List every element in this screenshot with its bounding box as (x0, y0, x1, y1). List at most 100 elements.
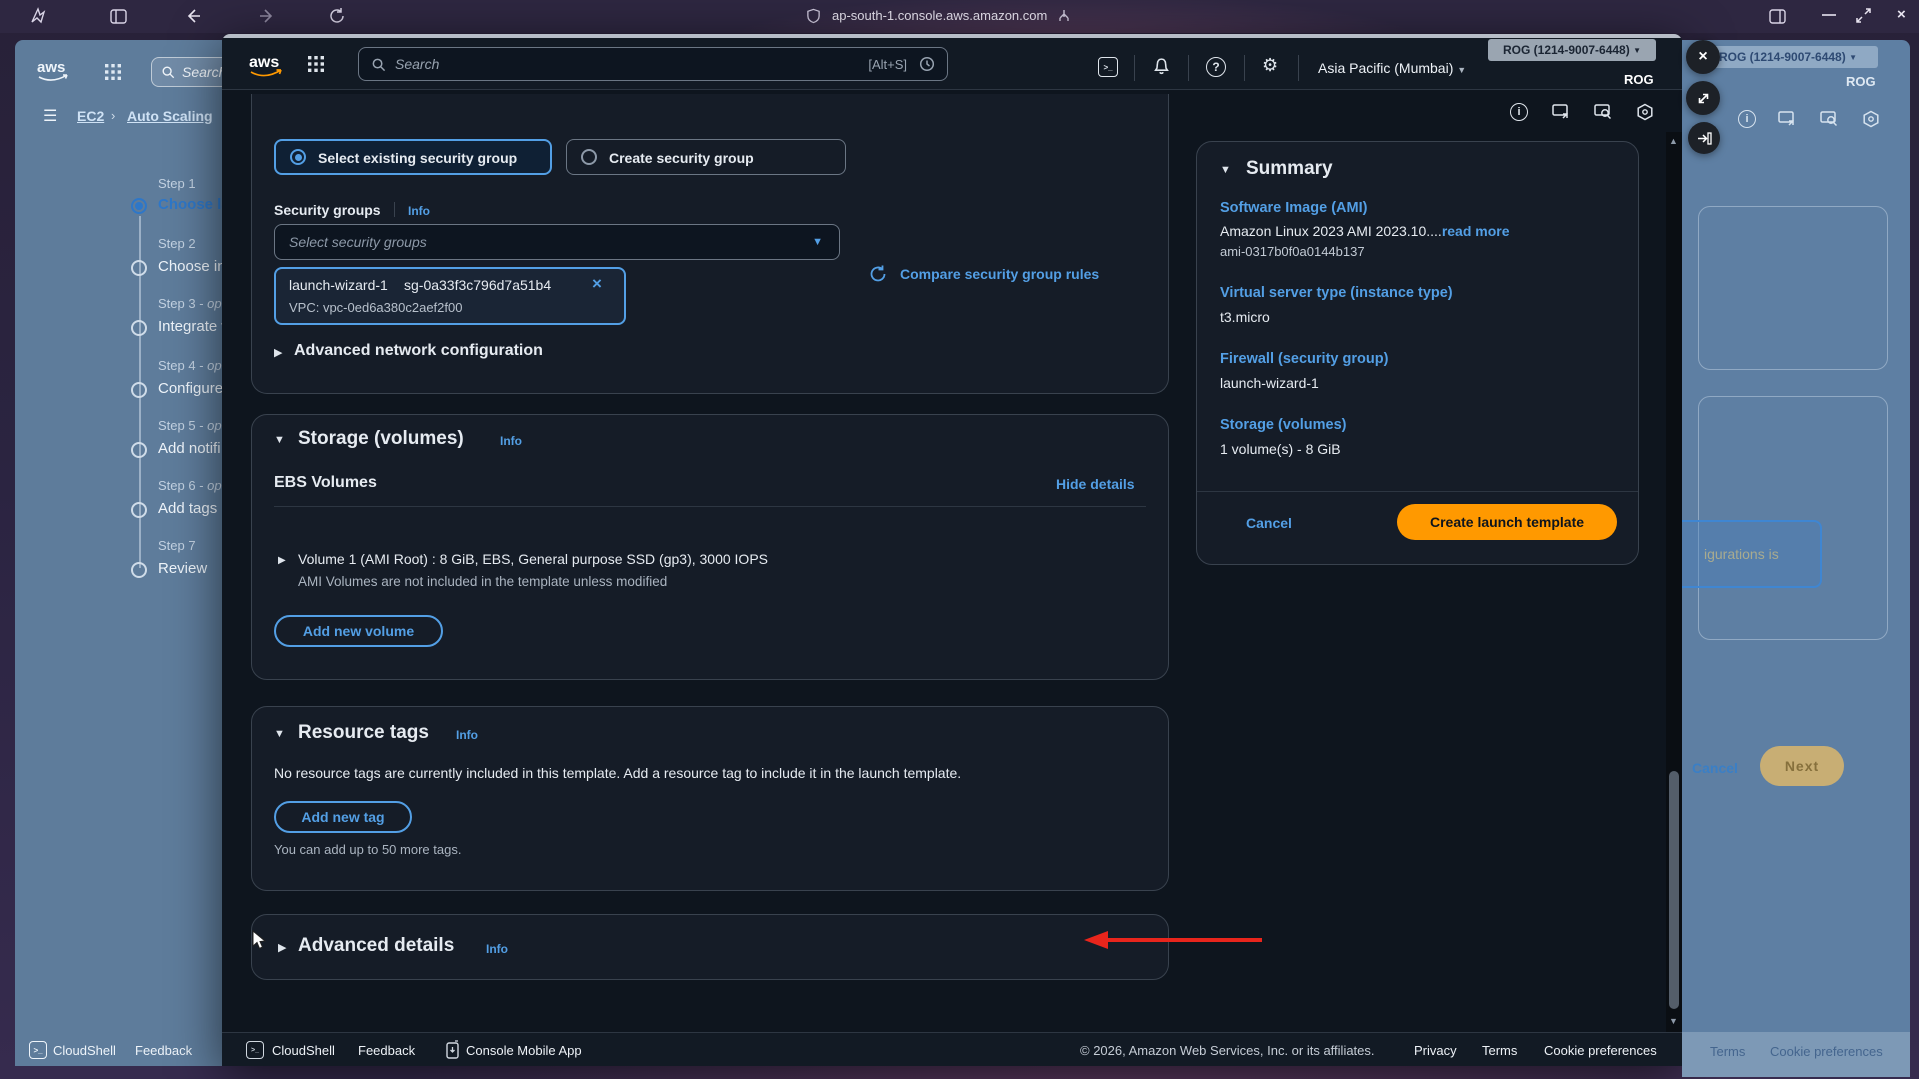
services-grid-icon[interactable] (308, 56, 324, 72)
step-radio[interactable] (131, 320, 147, 336)
account-badge[interactable]: ROG (1214-9007-6448) ▼ (1488, 39, 1656, 61)
search-scope-icon[interactable] (919, 56, 935, 72)
footer-mobile-app[interactable]: Console Mobile App (466, 1043, 582, 1058)
panel-toggle-icon[interactable] (1769, 9, 1786, 24)
services-grid-icon[interactable] (105, 64, 121, 80)
pip-cancel-button: Cancel (1692, 760, 1738, 776)
bg-search-input[interactable]: Search (151, 57, 222, 87)
settings-gear-icon[interactable]: ⚙ (1262, 55, 1278, 76)
sidebar-toggle-icon[interactable] (110, 9, 127, 24)
forward-icon[interactable] (258, 7, 276, 25)
step-title[interactable]: Configure (158, 380, 222, 397)
hide-details-link[interactable]: Hide details (1056, 476, 1135, 492)
footer-cookie-prefs[interactable]: Cookie preferences (1544, 1043, 1657, 1058)
step-title[interactable]: Add notifi (158, 440, 221, 457)
security-group-chip[interactable]: launch-wizard-1 sg-0a33f3c796d7a51b4 × V… (274, 267, 626, 325)
advanced-details-title[interactable]: Advanced details (298, 935, 454, 957)
security-groups-select[interactable]: Select security groups ▼ (274, 224, 840, 260)
screen-inspect-icon[interactable] (1594, 103, 1613, 121)
refresh-icon[interactable] (868, 264, 888, 284)
create-launch-template-button[interactable]: Create launch template (1397, 504, 1617, 540)
create-sg-tile[interactable]: Create security group (566, 139, 846, 175)
footer-feedback[interactable]: Feedback (358, 1043, 415, 1058)
summary-firewall-label[interactable]: Firewall (security group) (1220, 351, 1388, 367)
back-icon[interactable] (184, 7, 202, 25)
footer-privacy[interactable]: Privacy (1414, 1043, 1457, 1058)
collapse-arrow-icon[interactable]: ▼ (274, 728, 285, 740)
volume-row[interactable]: Volume 1 (AMI Root) : 8 GiB, EBS, Genera… (298, 551, 768, 567)
summary-storage-label[interactable]: Storage (volumes) (1220, 417, 1347, 433)
region-selector[interactable]: Asia Pacific (Mumbai) ▼ (1318, 60, 1466, 76)
bg-menu-icon[interactable]: ☰ (43, 106, 57, 126)
aws-logo[interactable]: aws (246, 50, 286, 80)
bg-cloudshell-icon[interactable]: >_ (29, 1041, 47, 1059)
collapse-arrow-icon[interactable]: ▼ (274, 434, 285, 446)
notifications-bell-icon[interactable] (1152, 57, 1171, 77)
step-radio-active[interactable] (131, 198, 147, 214)
footer-terms[interactable]: Terms (1482, 1043, 1517, 1058)
summary-instance-type-label[interactable]: Virtual server type (instance type) (1220, 285, 1453, 301)
advanced-details-info-link[interactable]: Info (486, 942, 508, 956)
scroll-down-icon[interactable]: ▼ (1669, 1016, 1678, 1026)
minimize-icon[interactable] (1822, 13, 1836, 17)
advanced-network-toggle[interactable]: Advanced network configuration (294, 342, 543, 360)
overlay-close-button[interactable]: × (1686, 40, 1720, 74)
security-groups-info-link[interactable]: Info (408, 204, 430, 218)
info-panel-icon[interactable]: i (1510, 103, 1528, 121)
read-more-link[interactable]: read more (1442, 223, 1510, 239)
storage-info-link[interactable]: Info (500, 434, 522, 448)
split-tab-icon[interactable] (1056, 8, 1072, 24)
overlay-expand-button[interactable] (1686, 81, 1720, 115)
step-radio[interactable] (131, 562, 147, 578)
pip-footer: Terms Cookie preferences (1682, 1032, 1910, 1077)
hexagon-icon[interactable] (1636, 103, 1654, 121)
svg-text:aws: aws (37, 59, 65, 76)
bg-feedback-label[interactable]: Feedback (135, 1043, 192, 1058)
step-title[interactable]: Integrate w (158, 318, 222, 335)
add-new-volume-button[interactable]: Add new volume (274, 615, 443, 647)
collapse-arrow-icon[interactable]: ▼ (1220, 164, 1231, 176)
bg-breadcrumb-ec2[interactable]: EC2 (77, 108, 104, 124)
resource-tags-empty-text: No resource tags are currently included … (274, 765, 1134, 781)
expand-arrow-icon[interactable]: ▶ (278, 941, 286, 954)
step-radio[interactable] (131, 260, 147, 276)
scrollbar-thumb[interactable] (1669, 771, 1679, 1009)
help-icon[interactable]: ? (1206, 57, 1226, 77)
search-input[interactable]: Search [Alt+S] (358, 47, 948, 81)
aws-console-window: aws Search [Alt+S] >_ ? ⚙ Asia Pacific (… (222, 34, 1682, 1066)
console-footer: >_ CloudShell Feedback Console Mobile Ap… (222, 1032, 1682, 1066)
overlay-dock-button[interactable] (1688, 122, 1720, 154)
chip-remove-icon[interactable]: × (592, 274, 602, 294)
step-radio[interactable] (131, 502, 147, 518)
site-shield-icon[interactable] (806, 8, 821, 24)
add-new-tag-button[interactable]: Add new tag (274, 801, 412, 833)
bg-cloudshell-label[interactable]: CloudShell (53, 1043, 116, 1058)
step-title[interactable]: Choose ins (158, 258, 222, 275)
radio-selected[interactable] (290, 149, 306, 165)
browser-logo-icon[interactable] (28, 6, 48, 26)
cloudshell-icon[interactable]: >_ (246, 1041, 264, 1059)
footer-cloudshell[interactable]: CloudShell (272, 1043, 335, 1058)
step-title[interactable]: Add tags (158, 500, 217, 517)
scrollbar[interactable]: ▲ ▼ (1666, 132, 1682, 1032)
resource-tags-info-link[interactable]: Info (456, 728, 478, 742)
step-radio[interactable] (131, 382, 147, 398)
expand-arrow-icon[interactable]: ▶ (274, 346, 282, 359)
step-title[interactable]: Review (158, 560, 207, 577)
step-radio[interactable] (131, 442, 147, 458)
compare-sg-rules-link[interactable]: Compare security group rules (900, 266, 1099, 282)
scroll-up-icon[interactable]: ▲ (1669, 136, 1678, 146)
cancel-button[interactable]: Cancel (1246, 515, 1292, 531)
radio-unselected[interactable] (581, 149, 597, 165)
step-title-active[interactable]: Choose la (158, 196, 222, 213)
cloudshell-nav-icon[interactable]: >_ (1098, 57, 1118, 77)
screen-share-icon[interactable] (1552, 103, 1571, 121)
restore-window-icon[interactable] (1855, 7, 1872, 24)
url-text[interactable]: ap-south-1.console.aws.amazon.com (832, 8, 1047, 23)
select-existing-sg-tile[interactable]: Select existing security group (274, 139, 552, 175)
reload-icon[interactable] (328, 7, 346, 25)
expand-arrow-icon[interactable]: ▶ (278, 555, 286, 566)
bg-breadcrumb-section[interactable]: Auto Scaling (127, 108, 213, 124)
close-window-icon[interactable]: × (1897, 6, 1906, 23)
summary-ami-label[interactable]: Software Image (AMI) (1220, 200, 1367, 216)
